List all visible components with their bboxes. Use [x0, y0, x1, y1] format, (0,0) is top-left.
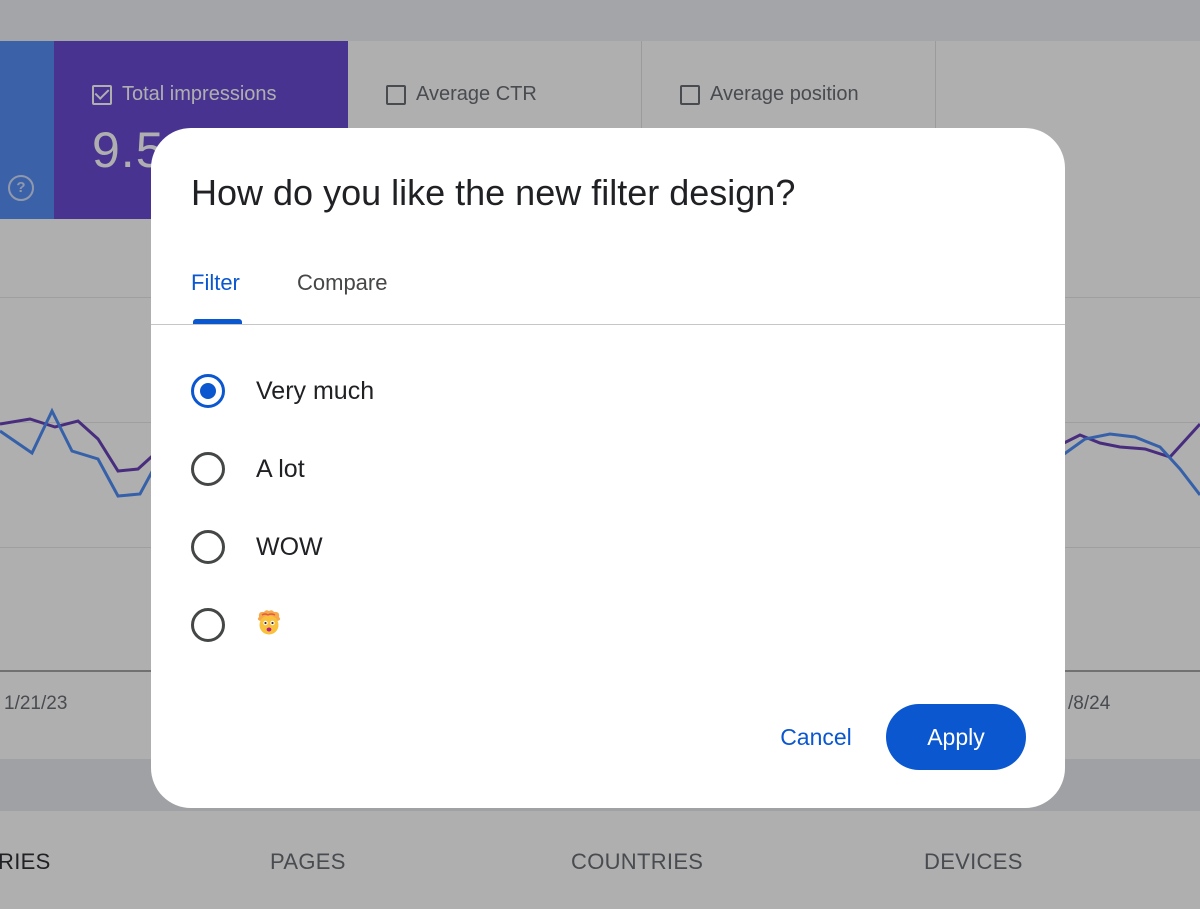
radio-checked-icon[interactable]	[191, 374, 225, 408]
radio-unchecked-icon[interactable]	[191, 452, 225, 486]
tab-compare[interactable]: Compare	[297, 270, 387, 296]
tab-divider	[151, 324, 1065, 325]
radio-unchecked-icon[interactable]	[191, 530, 225, 564]
option-a-lot[interactable]: A lot	[191, 449, 305, 489]
feedback-dialog: How do you like the new filter design? F…	[151, 128, 1065, 808]
option-label: A lot	[256, 454, 305, 483]
option-exploding-head[interactable]	[191, 605, 282, 645]
apply-button[interactable]: Apply	[886, 704, 1026, 770]
option-wow[interactable]: WOW	[191, 527, 323, 567]
option-label: WOW	[256, 532, 323, 561]
exploding-head-emoji-icon	[256, 609, 282, 642]
option-label: Very much	[256, 376, 375, 405]
tab-filter[interactable]: Filter	[191, 270, 240, 296]
dialog-title: How do you like the new filter design?	[191, 172, 796, 213]
radio-unchecked-icon[interactable]	[191, 608, 225, 642]
cancel-button[interactable]: Cancel	[760, 705, 872, 769]
option-very-much[interactable]: Very much	[191, 371, 374, 411]
